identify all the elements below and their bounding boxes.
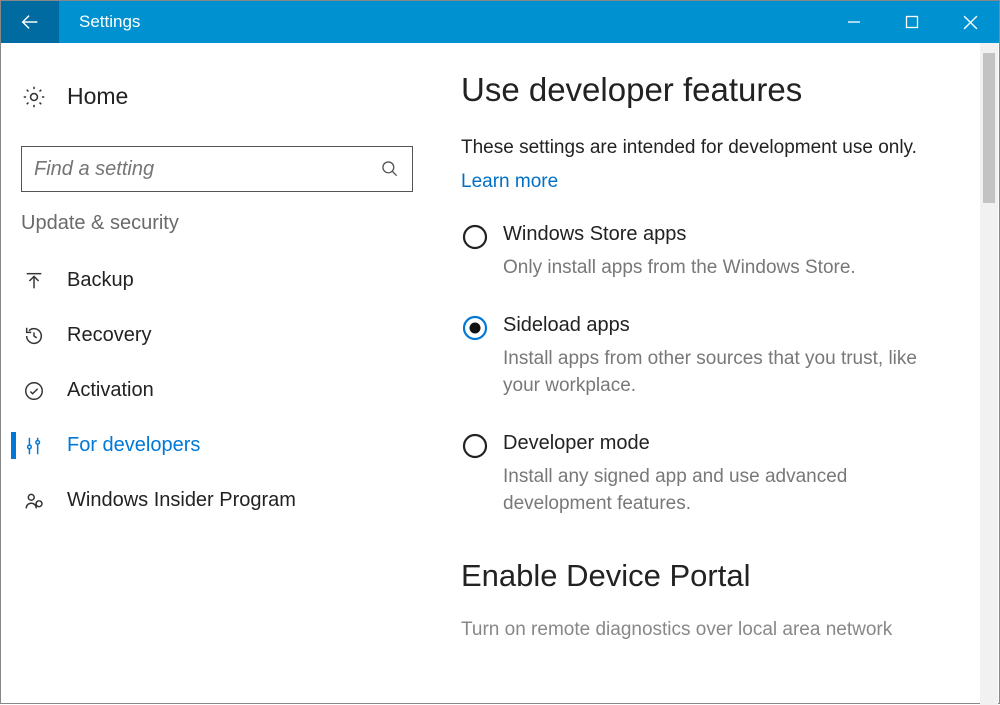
gear-icon [21, 84, 47, 110]
maximize-button[interactable] [883, 1, 941, 43]
search-icon [380, 159, 400, 179]
maximize-icon [905, 15, 919, 29]
option-description: Install apps from other sources that you… [503, 345, 953, 400]
nav-item-label: Backup [67, 269, 134, 292]
option-description: Only install apps from the Windows Store… [503, 254, 856, 282]
search-input[interactable] [34, 158, 380, 181]
nav-item-windows-insider-program[interactable]: Windows Insider Program [1, 473, 416, 528]
nav-item-for-developers[interactable]: For developers [1, 418, 416, 473]
scrollbar-thumb[interactable] [983, 53, 995, 203]
nav-item-label: Activation [67, 379, 154, 402]
nav-item-activation[interactable]: Activation [1, 363, 416, 418]
nav-item-backup[interactable]: Backup [1, 253, 416, 308]
page-description: These settings are intended for developm… [461, 137, 969, 159]
arrow-left-icon [19, 11, 41, 33]
nav-list: Backup Recovery Activation For developers Wi… [1, 253, 416, 528]
option-title: Sideload apps [503, 314, 953, 337]
radio-option-windows-store-apps[interactable]: Windows Store apps Only install apps from… [461, 223, 969, 282]
radio-icon [461, 314, 489, 342]
option-title: Developer mode [503, 432, 953, 455]
arrow-up-line-icon [21, 270, 47, 292]
nav-item-label: Recovery [67, 324, 151, 347]
minimize-button[interactable] [825, 1, 883, 43]
radio-options: Windows Store apps Only install apps from… [461, 223, 969, 518]
page-heading: Use developer features [461, 71, 969, 109]
home-label: Home [67, 83, 128, 110]
radio-icon [461, 223, 489, 251]
scrollbar[interactable] [980, 43, 998, 705]
option-description: Install any signed app and use advanced … [503, 463, 953, 518]
titlebar: Settings [1, 1, 999, 43]
close-icon [963, 15, 978, 30]
nav-item-recovery[interactable]: Recovery [1, 308, 416, 363]
content-area: Home Update & security Backup Recovery Act… [1, 43, 999, 705]
sidebar: Home Update & security Backup Recovery Act… [1, 43, 416, 705]
window-controls [825, 1, 999, 43]
main-content: Use developer features These settings ar… [416, 43, 999, 705]
learn-more-link[interactable]: Learn more [461, 171, 558, 193]
minimize-icon [847, 15, 861, 29]
person-ring-icon [21, 490, 47, 512]
option-text: Sideload apps Install apps from other sou… [503, 314, 953, 400]
home-button[interactable]: Home [1, 73, 416, 128]
option-text: Developer mode Install any signed app and… [503, 432, 953, 518]
category-label: Update & security [21, 212, 396, 235]
portal-heading: Enable Device Portal [461, 558, 969, 594]
radio-option-sideload-apps[interactable]: Sideload apps Install apps from other sou… [461, 314, 969, 400]
window-title: Settings [79, 12, 140, 32]
radio-option-developer-mode[interactable]: Developer mode Install any signed app and… [461, 432, 969, 518]
radio-icon [461, 432, 489, 460]
portal-description: Turn on remote diagnostics over local ar… [461, 616, 969, 644]
nav-item-label: Windows Insider Program [67, 489, 296, 512]
search-box[interactable] [21, 146, 413, 192]
option-text: Windows Store apps Only install apps from… [503, 223, 856, 282]
back-button[interactable] [1, 1, 59, 43]
tools-icon [21, 435, 47, 457]
option-title: Windows Store apps [503, 223, 856, 246]
close-button[interactable] [941, 1, 999, 43]
check-circle-icon [21, 380, 47, 402]
nav-item-label: For developers [67, 434, 200, 457]
history-icon [21, 325, 47, 347]
